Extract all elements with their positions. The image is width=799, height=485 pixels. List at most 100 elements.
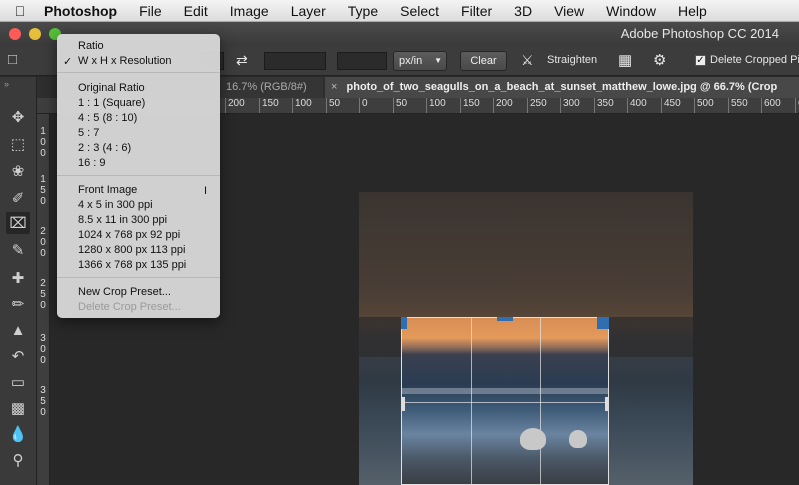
menu-photoshop[interactable]: Photoshop xyxy=(40,3,128,19)
menu-item-ratio-1-1[interactable]: 1 : 1 (Square) xyxy=(78,97,145,109)
menu-item-ratio-4-5[interactable]: 4 : 5 (8 : 10) xyxy=(78,112,137,124)
gradient-icon[interactable]: ▩ xyxy=(6,397,30,419)
close-window-button[interactable] xyxy=(9,28,21,40)
tab-document-2-label: photo_of_two_seagulls_on_a_beach_at_suns… xyxy=(346,81,778,93)
seagull xyxy=(569,430,587,448)
ruler-h-label: 650 xyxy=(795,98,799,113)
ruler-v-label: 2 xyxy=(40,278,46,289)
ruler-v-label: 1 xyxy=(40,126,46,137)
history-brush-icon[interactable]: ↶ xyxy=(6,345,30,367)
settings-gear-icon[interactable]: ⚙ xyxy=(653,51,666,69)
resolution-field[interactable] xyxy=(337,52,387,70)
close-tab-icon[interactable]: × xyxy=(331,81,337,93)
menu-window[interactable]: Window xyxy=(595,3,667,19)
tab-document-1[interactable]: 16.7% (RGB/8#) xyxy=(220,77,323,98)
menu-item-8-5x11-300ppi[interactable]: 8.5 x 11 in 300 ppi xyxy=(78,214,167,226)
menu-item-front-image[interactable]: Front Image xyxy=(78,184,137,196)
crop-grid-line xyxy=(402,402,608,403)
menu-edit[interactable]: Edit xyxy=(173,3,219,19)
menu-select[interactable]: Select xyxy=(389,3,450,19)
overlay-grid-icon[interactable]: ▦ xyxy=(618,51,632,69)
menu-layer[interactable]: Layer xyxy=(280,3,337,19)
delete-cropped-label: Delete Cropped Pi xyxy=(710,54,799,66)
ruler-h-label: 400 xyxy=(627,98,647,113)
minimize-window-button[interactable] xyxy=(29,28,41,40)
ruler-v-label: 3 xyxy=(40,333,46,344)
text-cursor-icon: I xyxy=(204,185,208,197)
tab-document-2[interactable]: × photo_of_two_seagulls_on_a_beach_at_su… xyxy=(325,77,799,98)
window-title: Adobe Photoshop CC 2014 xyxy=(620,26,779,41)
straighten-icon[interactable]: ⚔ xyxy=(521,52,534,69)
ruler-v-label: 0 xyxy=(40,248,46,259)
menu-separator xyxy=(57,175,220,176)
resolution-unit-select[interactable]: px/in ▼ xyxy=(393,51,447,71)
brush-icon[interactable]: ✏ xyxy=(6,293,30,315)
menu-item-1024x768[interactable]: 1024 x 768 px 92 ppi xyxy=(78,229,180,241)
straighten-button[interactable]: Straighten xyxy=(547,54,597,66)
menu-view[interactable]: View xyxy=(543,3,595,19)
menu-image[interactable]: Image xyxy=(219,3,280,19)
menu-help[interactable]: Help xyxy=(667,3,718,19)
menu-item-wxh-resolution[interactable]: W x H x Resolution xyxy=(63,55,171,68)
menu-filter[interactable]: Filter xyxy=(450,3,503,19)
menu-item-ratio-5-7[interactable]: 5 : 7 xyxy=(78,127,99,139)
ruler-h-label: 50 xyxy=(393,98,407,113)
quick-select-icon[interactable]: ✐ xyxy=(6,187,30,209)
ruler-h-label: 200 xyxy=(225,98,245,113)
menu-item-original-ratio[interactable]: Original Ratio xyxy=(78,82,145,94)
ruler-h-label: 500 xyxy=(694,98,714,113)
menu-item-1280x800[interactable]: 1280 x 800 px 113 ppi xyxy=(78,244,185,256)
wave-foam xyxy=(402,388,608,394)
menu-file[interactable]: File xyxy=(128,3,173,19)
healing-brush-icon[interactable]: ✚ xyxy=(6,267,30,289)
ruler-h-label: 200 xyxy=(493,98,513,113)
menu-3d[interactable]: 3D xyxy=(503,3,543,19)
collapse-panel-icon[interactable]: » xyxy=(4,79,9,89)
resolution-unit-value: px/in xyxy=(399,55,423,67)
clear-button[interactable]: Clear xyxy=(460,51,507,71)
crop-handle-top[interactable] xyxy=(497,317,513,321)
tools-panel: » ✥ ⬚ ❀ ✐ ⌧ ✎ ✚ ✏ ▲ ↶ ▭ ▩ 💧 ⚲ xyxy=(0,77,37,485)
chevron-down-icon: ▼ xyxy=(434,56,442,65)
crop-handle-left[interactable] xyxy=(401,397,405,411)
menu-bar:  Photoshop File Edit Image Layer Type S… xyxy=(0,0,799,22)
ruler-v-label: 0 xyxy=(40,355,46,366)
eraser-icon[interactable]: ▭ xyxy=(6,371,30,393)
menu-separator xyxy=(57,277,220,278)
ruler-h-label: 250 xyxy=(527,98,547,113)
delete-cropped-checkbox[interactable]: ✓ xyxy=(695,55,706,66)
menu-type[interactable]: Type xyxy=(337,3,389,19)
ruler-h-label: 550 xyxy=(728,98,748,113)
eyedropper-icon[interactable]: ✎ xyxy=(6,239,30,261)
crop-tool-preset-icon[interactable]: □ xyxy=(8,51,17,68)
crop-handle-right[interactable] xyxy=(605,397,609,411)
apple-icon[interactable]:  xyxy=(0,3,40,19)
menu-item-ratio-2-3[interactable]: 2 : 3 (4 : 6) xyxy=(78,142,131,154)
menu-item-ratio-16-9[interactable]: 16 : 9 xyxy=(78,157,106,169)
crop-box[interactable] xyxy=(401,317,609,485)
lasso-icon[interactable]: ❀ xyxy=(6,160,30,182)
ruler-v-label: 2 xyxy=(40,226,46,237)
ruler-h-label: 100 xyxy=(426,98,446,113)
menu-item-ratio[interactable]: Ratio xyxy=(78,40,104,52)
crop-handle-top-left[interactable] xyxy=(401,317,407,329)
move-icon[interactable]: ✥ xyxy=(6,106,30,128)
menu-item-new-crop-preset[interactable]: New Crop Preset... xyxy=(78,286,171,298)
crop-handle-top-right[interactable] xyxy=(597,317,609,329)
seagull xyxy=(520,428,546,450)
stamp-icon[interactable]: ▲ xyxy=(6,319,30,341)
menu-item-1366x768[interactable]: 1366 x 768 px 135 ppi xyxy=(78,259,186,271)
crop-grid-line xyxy=(471,318,472,484)
blur-icon[interactable]: 💧 xyxy=(6,423,30,445)
marquee-icon[interactable]: ⬚ xyxy=(6,133,30,155)
dodge-icon[interactable]: ⚲ xyxy=(6,449,30,471)
height-field[interactable] xyxy=(264,52,326,70)
crop-icon[interactable]: ⌧ xyxy=(6,212,30,234)
ruler-v-label: 0 xyxy=(40,300,46,311)
swap-dimensions-icon[interactable]: ⇄ xyxy=(236,52,248,69)
crop-preset-menu: Ratio W x H x Resolution Original Ratio … xyxy=(57,34,220,318)
ruler-v-label: 0 xyxy=(40,237,46,248)
vertical-ruler: 1 0 0 1 5 0 2 0 0 2 5 0 3 0 0 3 5 0 xyxy=(37,114,50,485)
menu-item-4x5-300ppi[interactable]: 4 x 5 in 300 ppi xyxy=(78,199,153,211)
ruler-h-label: 350 xyxy=(594,98,614,113)
